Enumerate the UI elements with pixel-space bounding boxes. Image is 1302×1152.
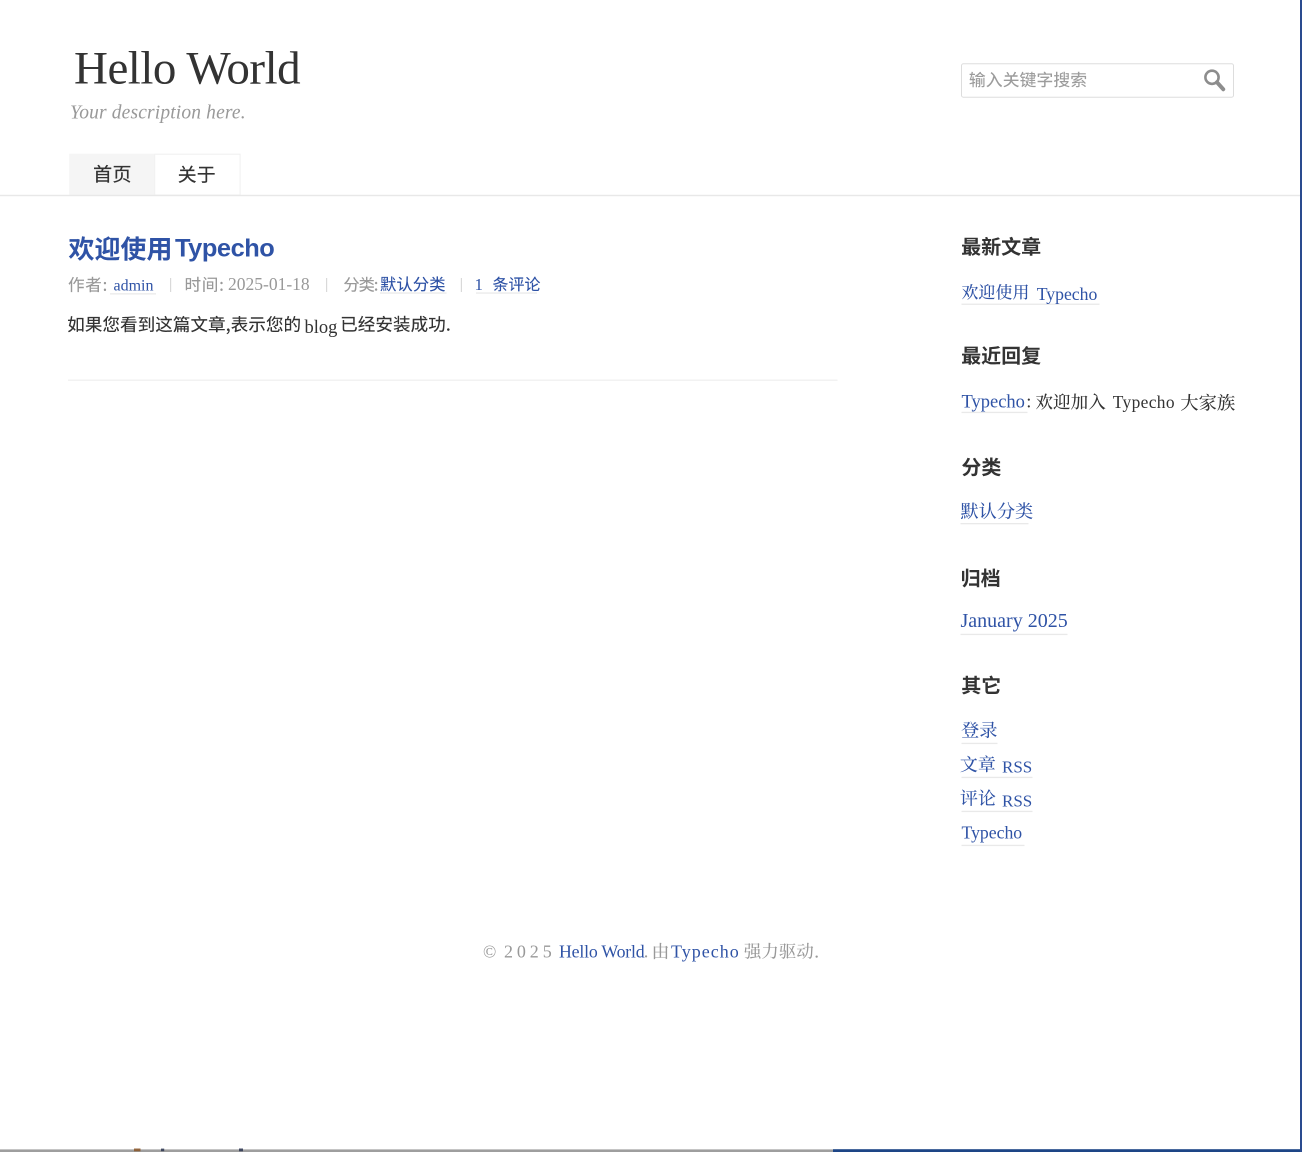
svg-text:Hello World: Hello World [74,43,300,95]
svg-text:1: 1 [475,275,484,294]
svg-text:2025-01-18: 2025-01-18 [228,274,310,294]
svg-text::: : [1026,392,1031,412]
svg-text:Hello World: Hello World [559,941,645,961]
svg-text:2025: 2025 [504,941,556,961]
svg-text:Typecho: Typecho [175,235,274,263]
svg-text:Typecho: Typecho [1037,284,1098,304]
svg-text:Typecho: Typecho [962,823,1023,843]
svg-text:RSS: RSS [1002,758,1032,777]
svg-text:©: © [483,941,496,961]
svg-text:blog: blog [305,318,338,338]
svg-text:Typecho: Typecho [671,941,740,961]
svg-text:Typecho: Typecho [1113,392,1175,412]
svg-text:Typecho: Typecho [962,392,1025,412]
svg-text:.: . [644,942,649,962]
svg-text:Your description here.: Your description here. [70,103,246,124]
svg-text:admin: admin [114,278,154,295]
svg-text:January 2025: January 2025 [961,610,1068,632]
svg-text:RSS: RSS [1002,792,1032,811]
